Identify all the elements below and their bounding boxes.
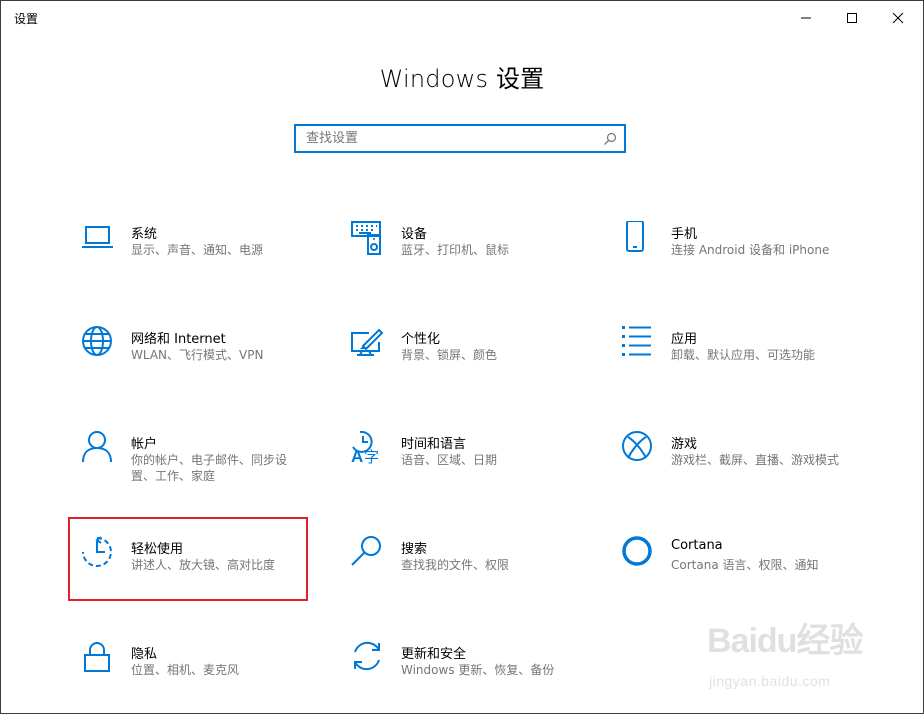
tile-cortana[interactable]: Cortana Cortana 语言、权限、通知 [621, 536, 861, 616]
settings-window: 设置 Windows 设置 系统 显示、声音、通知、电源 [0, 0, 924, 714]
devices-icon [351, 221, 381, 255]
tile-description: Windows 更新、恢复、备份 [401, 663, 555, 677]
tile-label: 时间和语言 [401, 437, 467, 452]
watermark-logo: Baidu经验 [707, 622, 863, 660]
close-button[interactable] [875, 1, 921, 34]
search-magnifier-icon[interactable] [603, 132, 617, 146]
tile-label: 网络和 Internet [131, 332, 226, 347]
maximize-icon [847, 12, 857, 23]
maximize-button[interactable] [829, 1, 875, 34]
baidu-watermark: Baidu经验 jingyan.baidu.com [701, 607, 881, 699]
personalization-icon [351, 328, 384, 356]
window-title: 设置 [14, 12, 39, 26]
tile-description: 卸载、默认应用、可选功能 [671, 348, 816, 362]
tile-network[interactable]: 网络和 Internet WLAN、飞行模式、VPN [81, 326, 321, 406]
tile-description: 你的帐户、电子邮件、同步设置、工作、家庭 [131, 453, 288, 483]
tile-devices[interactable]: 设备 蓝牙、打印机、鼠标 [351, 221, 591, 301]
tile-label: 设备 [401, 227, 428, 242]
person-icon [82, 431, 112, 463]
tile-personalization[interactable]: 个性化 背景、锁屏、颜色 [351, 326, 591, 406]
minimize-button[interactable] [783, 1, 829, 34]
tile-description: 位置、相机、麦克风 [131, 663, 240, 677]
tile-search[interactable]: 搜索 查找我的文件、权限 [351, 536, 591, 616]
tile-description: 显示、声音、通知、电源 [131, 243, 264, 257]
tile-label: 隐私 [131, 647, 158, 662]
search-box[interactable] [294, 124, 626, 153]
time-language-icon: A 字 [351, 431, 379, 466]
tile-label: 个性化 [401, 332, 441, 347]
search-icon [351, 536, 381, 566]
minimize-icon [801, 17, 811, 18]
search-input[interactable] [306, 126, 596, 151]
update-icon [354, 641, 380, 671]
highlight-box [68, 517, 308, 601]
svg-text:字: 字 [364, 448, 379, 466]
tile-label: Cortana [671, 538, 723, 553]
watermark-url: jingyan.baidu.com [709, 673, 831, 689]
phone-icon [626, 221, 644, 252]
tile-description: 游戏栏、截屏、直播、游戏模式 [671, 453, 840, 467]
tile-description: WLAN、飞行模式、VPN [131, 348, 264, 362]
tile-phone[interactable]: 手机 连接 Android 设备和 iPhone [621, 221, 861, 301]
tile-description: 蓝牙、打印机、鼠标 [401, 243, 510, 257]
tile-label: 应用 [671, 332, 698, 347]
svg-text:A: A [351, 447, 363, 466]
tile-update-security[interactable]: 更新和安全 Windows 更新、恢复、备份 [351, 641, 591, 721]
page-title: Windows 设置 [379, 65, 545, 93]
tile-description: 背景、锁屏、颜色 [401, 348, 498, 362]
close-icon [892, 12, 904, 23]
globe-icon [82, 326, 112, 356]
tile-label: 系统 [131, 227, 158, 242]
tile-label: 更新和安全 [401, 647, 467, 662]
tile-system[interactable]: 系统 显示、声音、通知、电源 [81, 221, 321, 301]
laptop-icon [82, 226, 113, 248]
tile-label: 搜索 [401, 542, 428, 557]
title-bar: 设置 [1, 1, 923, 34]
tile-label: 帐户 [131, 437, 158, 452]
xbox-icon [622, 431, 652, 461]
tile-accounts[interactable]: 帐户 你的帐户、电子邮件、同步设置、工作、家庭 [81, 431, 321, 511]
cortana-icon [622, 536, 652, 566]
tile-description: 查找我的文件、权限 [401, 558, 510, 572]
tile-description: Cortana 语言、权限、通知 [671, 558, 819, 572]
tile-apps[interactable]: 应用 卸载、默认应用、可选功能 [621, 326, 861, 406]
tile-time-language[interactable]: A 字 时间和语言 语音、区域、日期 [351, 431, 591, 511]
tile-privacy[interactable]: 隐私 位置、相机、麦克风 [81, 641, 321, 721]
tile-gaming[interactable]: 游戏 游戏栏、截屏、直播、游戏模式 [621, 431, 861, 511]
tile-description: 连接 Android 设备和 iPhone [671, 243, 830, 257]
tile-label: 手机 [671, 227, 698, 242]
tile-label: 游戏 [671, 437, 698, 452]
tile-description: 语音、区域、日期 [401, 453, 498, 467]
lock-icon [84, 642, 110, 672]
apps-list-icon [622, 326, 651, 356]
